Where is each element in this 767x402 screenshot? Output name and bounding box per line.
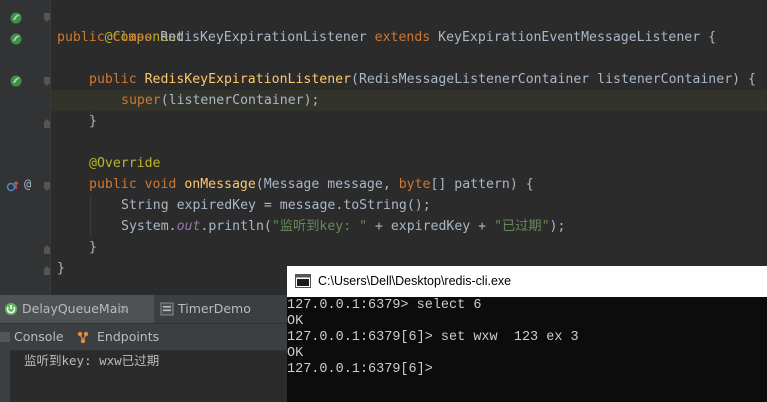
console-icon bbox=[0, 332, 10, 342]
code-line: public void onMessage(Message message, b… bbox=[89, 174, 534, 195]
close-icon[interactable]: × bbox=[118, 295, 128, 323]
code-line: @Component bbox=[57, 6, 184, 45]
code-line: public class RedisKeyExpirationListener … bbox=[57, 27, 716, 48]
run-tab-delayqueuemain[interactable]: DelayQueueMain × bbox=[0, 295, 154, 323]
code-line: public RedisKeyExpirationListener(RedisM… bbox=[89, 69, 756, 90]
code-text-token: (listenerContainer); bbox=[160, 93, 320, 108]
spring-bean-icon[interactable] bbox=[9, 74, 23, 88]
tab-label: Endpoints bbox=[97, 329, 160, 344]
keyword-token: void bbox=[144, 177, 177, 192]
spring-bean-icon[interactable] bbox=[9, 32, 23, 46]
brace-token: { bbox=[708, 30, 717, 45]
spring-boot-icon bbox=[5, 303, 17, 315]
tab-label: Console bbox=[14, 329, 64, 344]
keyword-token: byte bbox=[398, 177, 431, 192]
string-token: "监听到key: " bbox=[271, 219, 368, 234]
fold-marker-icon[interactable] bbox=[44, 77, 50, 86]
keyword-token: public bbox=[89, 177, 137, 192]
run-tab-label: TimerDemo bbox=[178, 301, 251, 316]
keyword-token: class bbox=[112, 30, 153, 45]
tab-console[interactable]: Console bbox=[0, 324, 64, 350]
code-line: super(listenerContainer); bbox=[121, 90, 320, 111]
fold-marker-icon[interactable] bbox=[44, 182, 50, 191]
brace-token: } bbox=[57, 261, 65, 276]
cmd-output-line: OK bbox=[287, 346, 304, 361]
editor-gutter[interactable]: @ bbox=[0, 0, 51, 295]
run-tab-label: DelayQueueMain bbox=[22, 301, 129, 316]
cmd-output-line: OK bbox=[287, 314, 304, 329]
cmd-prompt-line: 127.0.0.1:6379[6]> bbox=[287, 362, 433, 377]
cmd-window-title: C:\Users\Dell\Desktop\redis-cli.exe bbox=[318, 274, 512, 288]
params-token: (Message message, bbox=[255, 177, 399, 192]
override-method-icon[interactable] bbox=[6, 179, 20, 193]
code-text-token: + expiredKey + bbox=[367, 219, 495, 234]
method-name-token: onMessage bbox=[184, 177, 256, 192]
tab-endpoints[interactable]: Endpoints bbox=[66, 324, 159, 350]
field-token: out bbox=[176, 219, 201, 234]
endpoints-icon bbox=[77, 331, 89, 344]
console-output: 监听到key: wxw已过期 bbox=[24, 353, 160, 368]
keyword-token: extends bbox=[374, 30, 431, 45]
constructor-name-token: RedisKeyExpirationListener bbox=[144, 72, 352, 87]
cmd-output-line: 127.0.0.1:6379> select 6 bbox=[287, 298, 482, 313]
java-class-icon bbox=[160, 302, 174, 316]
code-line: @Override bbox=[89, 153, 160, 174]
run-subtabs-bar: Console Endpoints bbox=[0, 324, 287, 351]
code-area[interactable]: @Component public class RedisKeyExpirati… bbox=[51, 0, 767, 295]
string-token: "已过期" bbox=[494, 219, 550, 234]
run-tabs-bar: DelayQueueMain × TimerDemo bbox=[0, 295, 287, 324]
code-text-token: String expiredKey = message.toString(); bbox=[121, 198, 431, 213]
cmd-titlebar[interactable]: C:\Users\Dell\Desktop\redis-cli.exe bbox=[287, 266, 767, 297]
keyword-token: public bbox=[89, 72, 137, 87]
params-token: (RedisMessageListenerContainer listenerC… bbox=[351, 72, 756, 87]
fold-marker-icon[interactable] bbox=[44, 13, 50, 22]
spring-bean-icon[interactable] bbox=[9, 11, 23, 25]
cmd-console[interactable]: 127.0.0.1:6379> select 6 OK 127.0.0.1:63… bbox=[287, 297, 767, 402]
keyword-token: super bbox=[121, 93, 161, 108]
parent-class-token: KeyExpirationEventMessageListener bbox=[438, 30, 701, 45]
code-text-token: ); bbox=[549, 219, 566, 234]
annotation-token: @Override bbox=[89, 156, 161, 171]
code-text-token: .println( bbox=[200, 219, 272, 234]
brace-token: } bbox=[89, 114, 97, 129]
run-tool-window: DelayQueueMain × TimerDemo Console Endpo… bbox=[0, 295, 287, 402]
console-toolbar-strip bbox=[0, 350, 10, 402]
code-line: } bbox=[89, 111, 97, 132]
annotation-at-icon: @ bbox=[24, 177, 32, 191]
code-line: } bbox=[89, 237, 97, 258]
code-line: } bbox=[57, 258, 65, 279]
code-text-token: [] pattern) { bbox=[430, 177, 534, 192]
fold-marker-icon[interactable] bbox=[44, 119, 50, 128]
fold-marker-icon[interactable] bbox=[44, 245, 50, 254]
cmd-window-icon bbox=[295, 274, 311, 288]
code-line: String expiredKey = message.toString(); bbox=[121, 195, 431, 216]
cmd-output-line: 127.0.0.1:6379[6]> set wxw 123 ex 3 bbox=[287, 330, 579, 345]
run-tab-timerdemo[interactable]: TimerDemo bbox=[156, 295, 298, 323]
brace-token: } bbox=[89, 240, 97, 255]
code-editor[interactable]: @ @Component public class RedisKeyExpira… bbox=[0, 0, 767, 295]
cmd-window[interactable]: C:\Users\Dell\Desktop\redis-cli.exe 127.… bbox=[287, 266, 767, 402]
class-name-token: RedisKeyExpirationListener bbox=[160, 30, 367, 45]
fold-marker-icon[interactable] bbox=[44, 266, 50, 275]
keyword-token: public bbox=[57, 30, 105, 45]
code-text-token: System. bbox=[121, 219, 177, 234]
code-line: System.out.println("监听到key: " + expiredK… bbox=[121, 216, 565, 237]
